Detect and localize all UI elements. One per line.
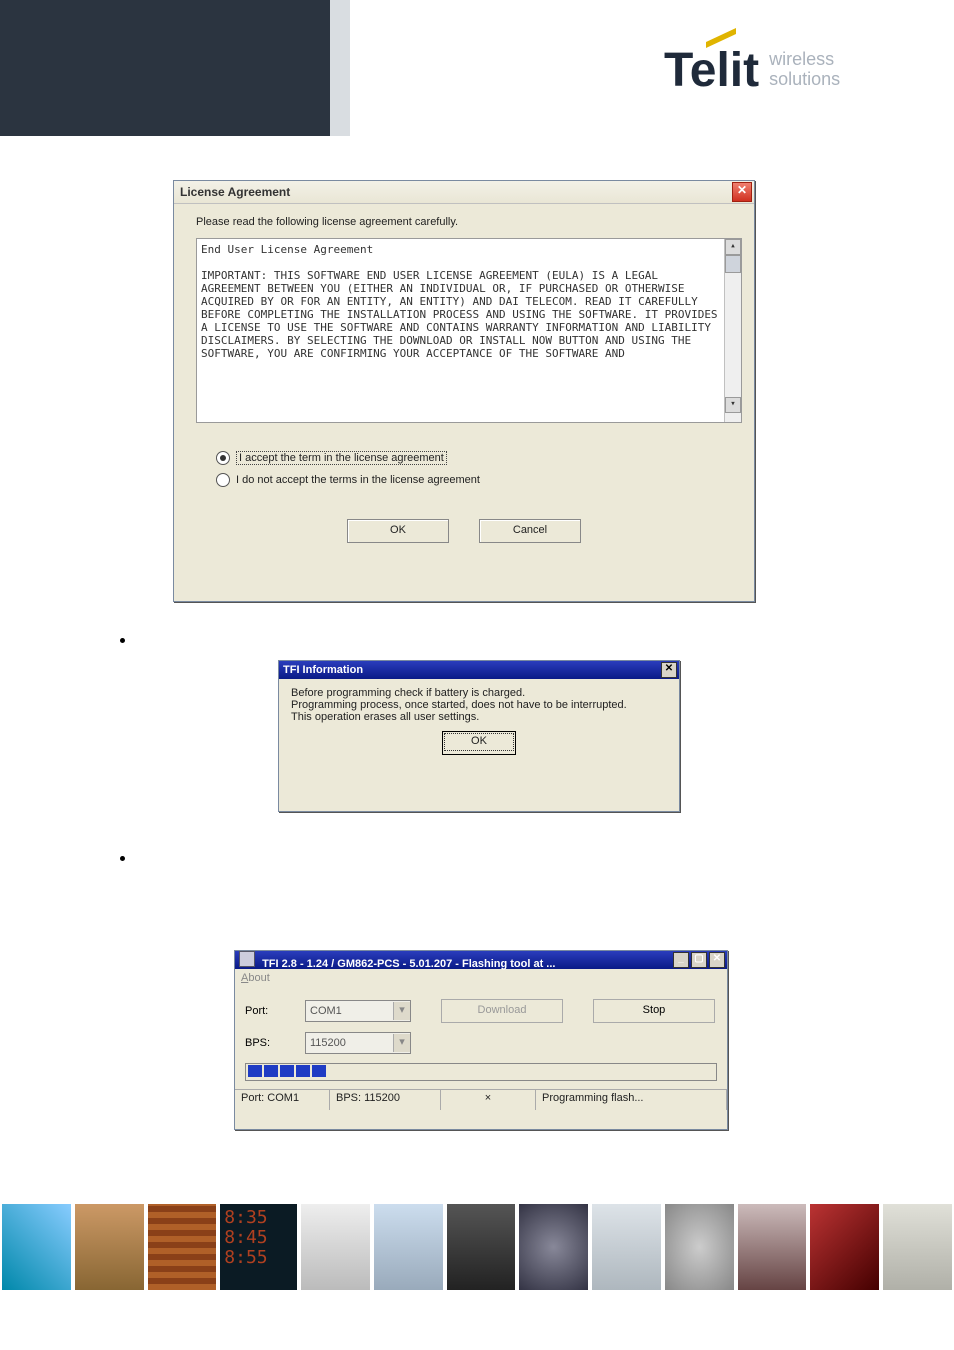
license-buttons: OK Cancel	[196, 519, 732, 543]
close-icon[interactable]: ✕	[732, 182, 752, 202]
bps-value: 115200	[310, 1037, 346, 1049]
brand-logo: Telit	[664, 43, 759, 98]
ok-label: OK	[444, 733, 514, 751]
footer-image-strip: 8:35 8:45 8:55	[0, 1204, 954, 1290]
eula-scrollbar[interactable]: ▴ ▾	[724, 239, 741, 422]
maximize-icon[interactable]: ▢	[691, 952, 707, 968]
progress-chunk	[296, 1065, 310, 1077]
port-combo[interactable]: COM1 ▾	[305, 1000, 411, 1022]
footer-thumb	[665, 1204, 734, 1290]
info-body: Before programming check if battery is c…	[279, 679, 679, 763]
port-label: Port:	[245, 1005, 305, 1017]
footer-thumb	[738, 1204, 807, 1290]
brand-tagline: wireless solutions	[769, 50, 840, 90]
footer-thumb	[148, 1204, 217, 1290]
footer-thumb	[447, 1204, 516, 1290]
brand-tag-line2: solutions	[769, 70, 840, 90]
radio-icon[interactable]	[216, 451, 230, 465]
clock-line2: 8:45	[224, 1228, 293, 1248]
license-body: Please read the following license agreem…	[174, 204, 754, 555]
info-line3: This operation erases all user settings.	[291, 711, 667, 723]
brand-tag-line1: wireless	[769, 50, 840, 70]
accept-option[interactable]: I accept the term in the license agreeme…	[216, 451, 732, 465]
flash-title: TFI 2.8 - 1.24 / GM862-PCS - 5.01.207 - …	[262, 958, 555, 970]
reject-label: I do not accept the terms in the license…	[236, 474, 480, 486]
info-dialog: TFI Information ✕ Before programming che…	[278, 660, 680, 812]
window-controls: _ ▢ ✕	[673, 952, 725, 968]
menu-about[interactable]: About	[241, 972, 270, 984]
progress-bar	[245, 1063, 717, 1081]
progress-chunk	[312, 1065, 326, 1077]
footer-thumb	[519, 1204, 588, 1290]
footer-thumb	[374, 1204, 443, 1290]
info-titlebar: TFI Information ✕	[279, 661, 679, 679]
eula-heading: End User License Agreement	[201, 243, 721, 256]
info-line1: Before programming check if battery is c…	[291, 687, 667, 699]
status-bps: BPS: 115200	[330, 1090, 441, 1110]
footer-thumb	[2, 1204, 71, 1290]
footer-thumb	[301, 1204, 370, 1290]
info-title: TFI Information	[283, 664, 363, 676]
close-icon[interactable]: ✕	[661, 662, 677, 678]
cancel-button[interactable]: Cancel	[479, 519, 581, 543]
chevron-down-icon[interactable]: ▾	[393, 1034, 410, 1052]
bps-combo[interactable]: 115200 ▾	[305, 1032, 411, 1054]
footer-thumb	[810, 1204, 879, 1290]
clock-line1: 8:35	[224, 1208, 293, 1228]
brand-block: Telit wireless solutions	[664, 30, 924, 110]
flash-title-wrap: TFI 2.8 - 1.24 / GM862-PCS - 5.01.207 - …	[239, 951, 555, 970]
eula-textbox[interactable]: End User License Agreement IMPORTANT: TH…	[196, 238, 742, 423]
chevron-down-icon[interactable]: ▾	[393, 1002, 410, 1020]
radio-icon[interactable]	[216, 473, 230, 487]
footer-thumb	[592, 1204, 661, 1290]
flash-form: Port: COM1 ▾ Download Stop BPS: 115200 ▾	[235, 987, 727, 1089]
page-header: Telit wireless solutions	[0, 0, 954, 136]
stop-button[interactable]: Stop	[593, 999, 715, 1023]
minimize-icon[interactable]: _	[673, 952, 689, 968]
license-dialog: License Agreement ✕ Please read the foll…	[173, 180, 755, 602]
progress-chunk	[264, 1065, 278, 1077]
info-line2: Programming process, once started, does …	[291, 699, 667, 711]
eula-body: IMPORTANT: THIS SOFTWARE END USER LICENS…	[201, 269, 721, 360]
port-value: COM1	[310, 1005, 342, 1017]
footer-thumb	[883, 1204, 952, 1290]
scroll-down-icon[interactable]: ▾	[725, 397, 741, 413]
bps-label: BPS:	[245, 1037, 305, 1049]
license-instruction: Please read the following license agreem…	[196, 216, 732, 228]
footer-thumb	[75, 1204, 144, 1290]
scroll-up-icon[interactable]: ▴	[725, 239, 741, 255]
flash-dialog: TFI 2.8 - 1.24 / GM862-PCS - 5.01.207 - …	[234, 950, 728, 1130]
status-msg: Programming flash...	[536, 1090, 727, 1110]
progress-chunk	[280, 1065, 294, 1077]
scroll-thumb[interactable]	[725, 255, 741, 273]
bullet-icon	[120, 638, 125, 643]
clock-line3: 8:55	[224, 1248, 293, 1268]
download-button: Download	[441, 999, 563, 1023]
bullet-icon	[120, 856, 125, 861]
license-title: License Agreement	[180, 185, 290, 199]
status-bar: Port: COM1 BPS: 115200 × Programming fla…	[235, 1089, 727, 1110]
footer-thumb-clock: 8:35 8:45 8:55	[220, 1204, 297, 1290]
status-mid: ×	[441, 1090, 536, 1110]
license-radio-group: I accept the term in the license agreeme…	[216, 451, 732, 487]
menubar: About	[235, 969, 727, 987]
app-icon	[239, 951, 255, 967]
status-port: Port: COM1	[235, 1090, 330, 1110]
license-titlebar: License Agreement ✕	[174, 181, 754, 204]
progress-chunk	[248, 1065, 262, 1077]
flash-titlebar: TFI 2.8 - 1.24 / GM862-PCS - 5.01.207 - …	[235, 951, 727, 969]
accept-label: I accept the term in the license agreeme…	[236, 451, 447, 465]
ok-button[interactable]: OK	[347, 519, 449, 543]
reject-option[interactable]: I do not accept the terms in the license…	[216, 473, 732, 487]
ok-button[interactable]: OK	[442, 731, 516, 755]
close-icon[interactable]: ✕	[709, 952, 725, 968]
